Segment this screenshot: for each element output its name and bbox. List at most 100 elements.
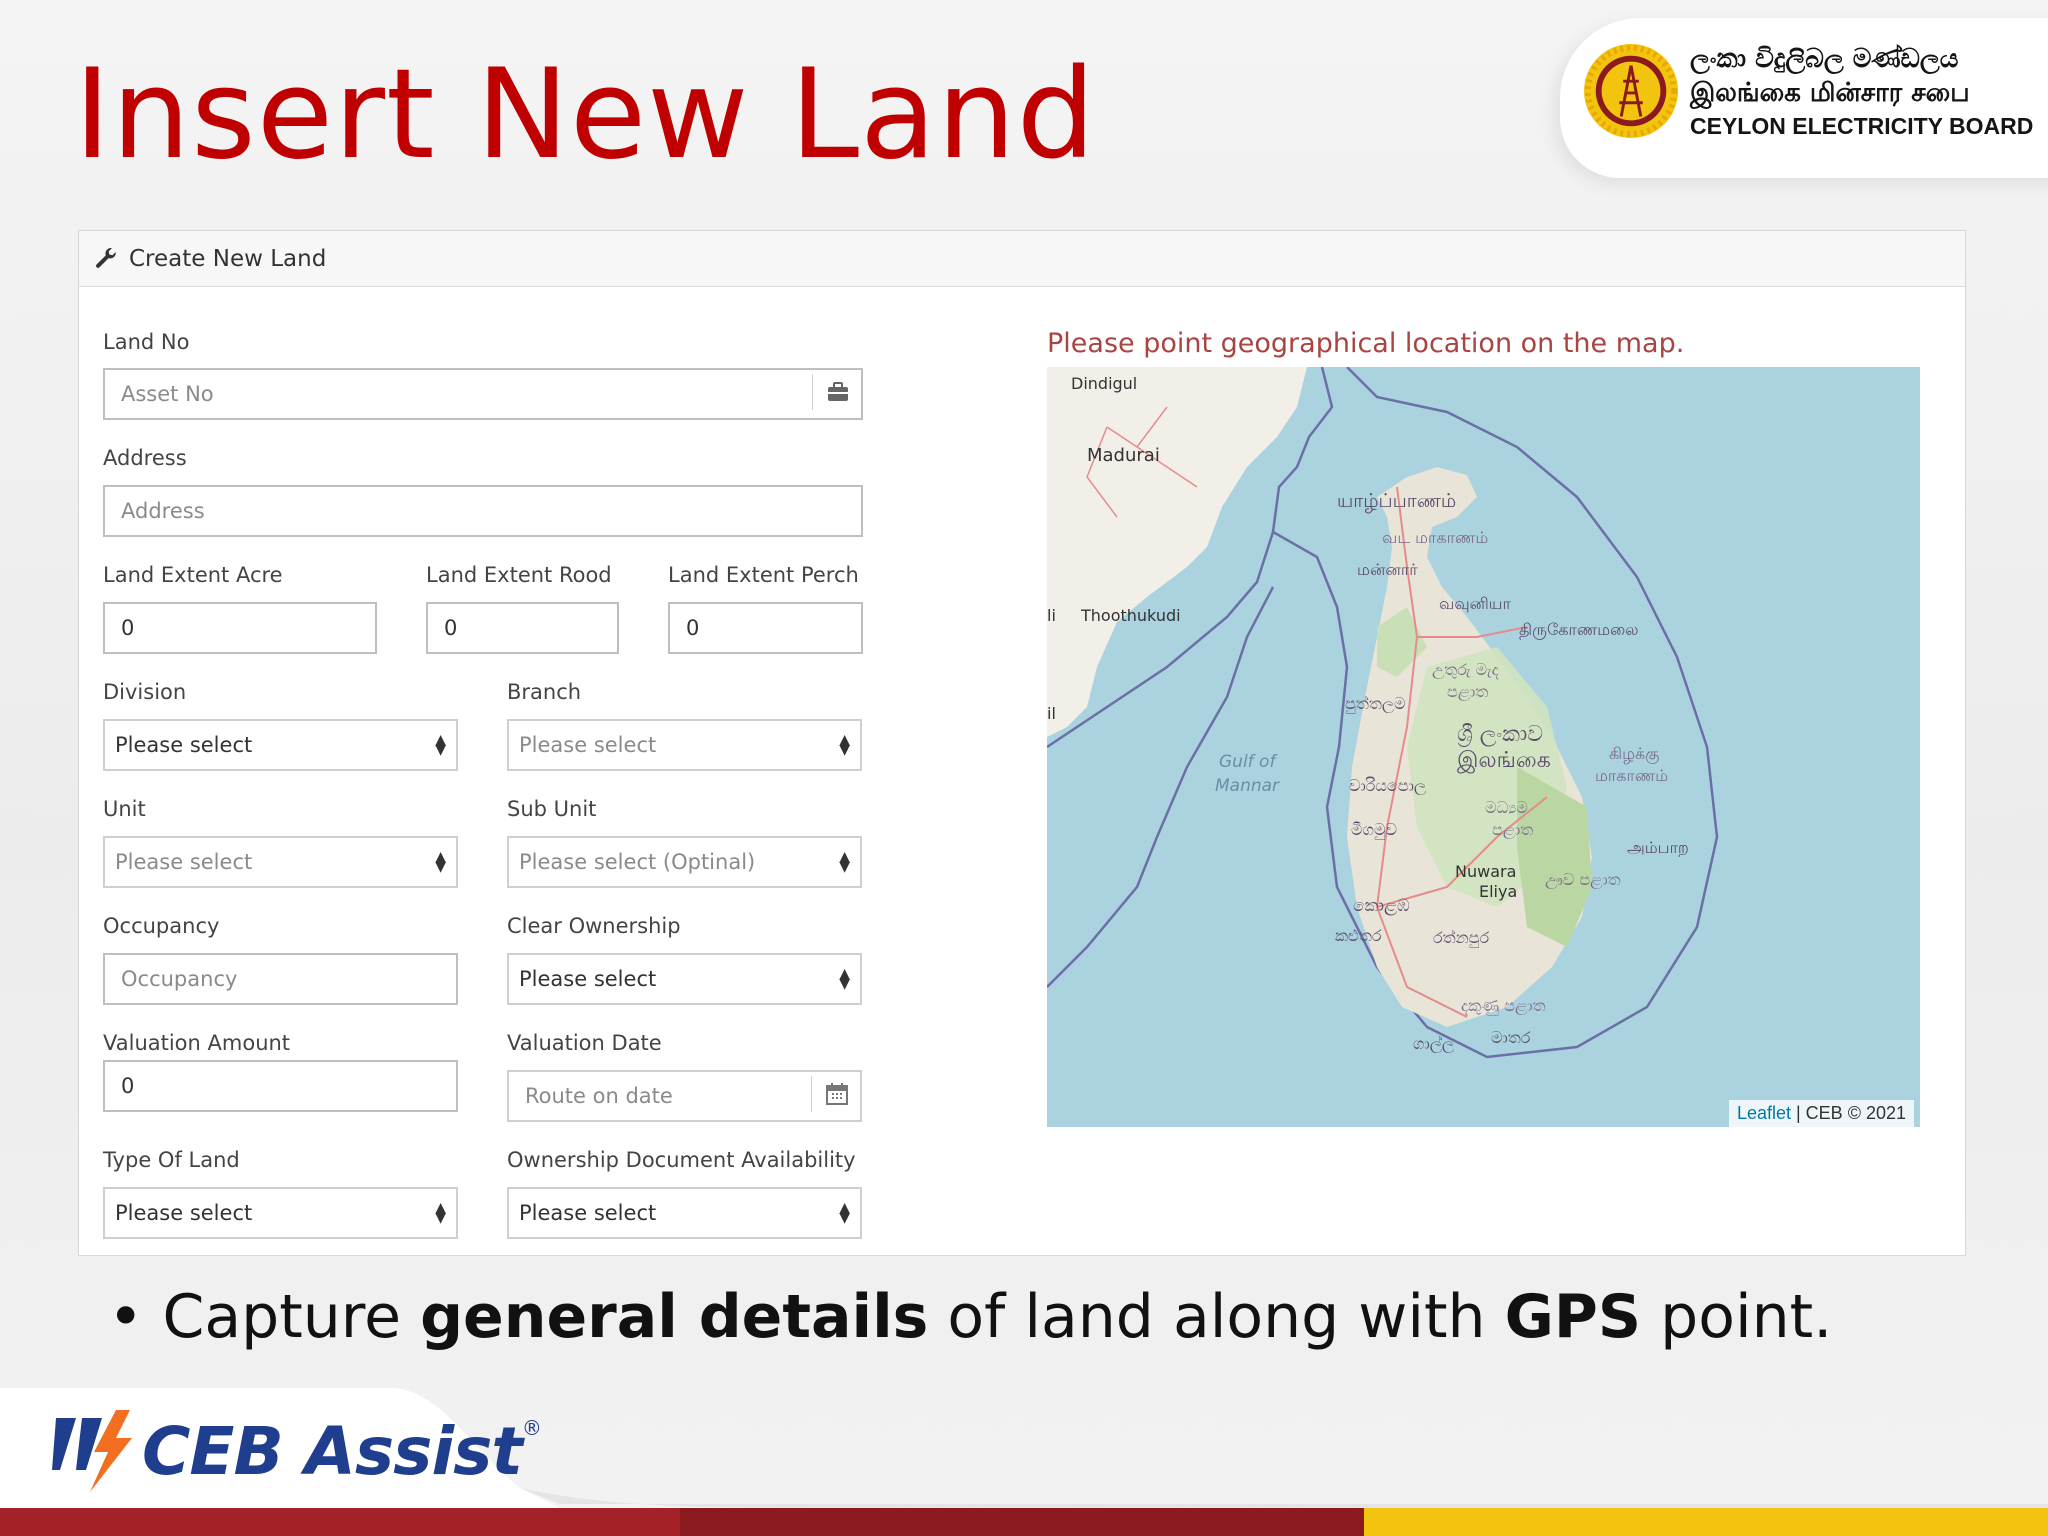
extent-perch-input[interactable] [668, 602, 863, 654]
map-label-madurai: Madurai [1087, 445, 1160, 466]
map-label-dindigul: Dindigul [1071, 374, 1137, 393]
ownership-doc-label: Ownership Document Availability [507, 1148, 856, 1172]
map-label-uva: ඌව පළාත [1545, 870, 1621, 890]
occupancy-input[interactable] [103, 953, 458, 1005]
map-label-matara: මාතර [1491, 1028, 1531, 1047]
extent-acre-label: Land Extent Acre [103, 563, 283, 587]
map-label-kalutara: කළුතර [1335, 926, 1382, 945]
sub-unit-value: Please select (Optinal) [519, 850, 756, 874]
valuation-date-label: Valuation Date [507, 1031, 662, 1055]
bullet-text-prefix: Capture [162, 1282, 421, 1352]
map-label-ampara: அம்பாற [1627, 838, 1689, 857]
occupancy-label: Occupancy [103, 914, 220, 938]
ceb-wordmark: ලංකා විදුලිබල මණ්ඩලය இலங்கை மின்சார சபை … [1690, 42, 2034, 142]
map-label-ratnapura: රත්නපුර [1433, 928, 1489, 948]
unit-value: Please select [115, 850, 253, 874]
division-select[interactable]: Please select ▲ ▼ [103, 719, 458, 771]
map-attribution: Leaflet | CEB © 2021 [1728, 1100, 1914, 1127]
leaflet-link[interactable]: Leaflet [1737, 1103, 1791, 1123]
updown-caret-icon: ▲ ▼ [435, 849, 446, 875]
map-label-ncp-line1: උතුරු මැද [1432, 660, 1499, 680]
map-label-nuwara-line2: Eliya [1479, 882, 1517, 901]
location-map[interactable]: Dindigul Madurai Thoothukudi li il Gulf … [1047, 367, 1920, 1127]
org-name-sinhala: ලංකා විදුලිබල මණ්ඩලය [1690, 44, 1959, 74]
map-label-colombo: කොළඹ [1353, 896, 1410, 916]
map-label-negombo: මීගමුව [1351, 820, 1397, 840]
branch-label: Branch [507, 680, 582, 704]
map-label-vavuniya: வவுனியா [1439, 594, 1511, 613]
map-label-nuwara-line1: Nuwara [1455, 862, 1516, 881]
extent-rood-input[interactable] [426, 602, 619, 654]
map-label-thoothukudi: Thoothukudi [1080, 606, 1181, 625]
address-label: Address [103, 446, 187, 470]
org-name-tamil: இலங்கை மின்சார சபை [1690, 78, 1970, 108]
address-input[interactable] [103, 485, 863, 537]
registered-mark: ® [521, 1416, 542, 1440]
ceb-seal-logo [1583, 43, 1679, 139]
sub-unit-select[interactable]: Please select (Optinal) ▲ ▼ [507, 836, 862, 888]
extent-rood-label: Land Extent Rood [426, 563, 612, 587]
clear-ownership-select[interactable]: Please select ▲ ▼ [507, 953, 862, 1005]
map-label-il: il [1047, 704, 1056, 723]
map-label-northern: வட மாகாணம் [1382, 528, 1488, 547]
extent-perch-label: Land Extent Perch [668, 563, 859, 587]
land-no-input[interactable] [103, 368, 863, 420]
map-label-wariyapola: වාරියපොල [1349, 776, 1426, 796]
map-label-puttalam: පුත්තලම [1345, 694, 1406, 714]
type-of-land-value: Please select [115, 1201, 253, 1225]
calendar-icon [826, 1083, 848, 1105]
map-canvas[interactable]: Dindigul Madurai Thoothukudi li il Gulf … [1047, 367, 1920, 1127]
footer-bar-darkred [680, 1508, 1364, 1536]
map-label-country-sinhala: ශ්‍රී ලංකාව [1457, 722, 1543, 747]
sub-unit-label: Sub Unit [507, 797, 597, 821]
updown-caret-icon: ▲ ▼ [435, 1200, 446, 1226]
map-label-eastern-line1: கிழக்கு [1609, 744, 1659, 764]
updown-caret-icon: ▲ ▼ [435, 732, 446, 758]
bullet-text-middle: of land along with [928, 1282, 1505, 1352]
slide-title: Insert New Land [74, 43, 1097, 187]
bullet-dot-icon: • [108, 1282, 163, 1352]
unit-label: Unit [103, 797, 146, 821]
lightning-bolt-icon [52, 1410, 132, 1492]
map-label-galle: ගාල්ල [1413, 1034, 1454, 1054]
land-no-addon[interactable] [812, 374, 863, 410]
map-label-eastern-line2: மாகாணம் [1595, 766, 1668, 785]
map-instruction: Please point geographical location on th… [1047, 328, 1685, 359]
valuation-amount-label: Valuation Amount [103, 1031, 291, 1055]
map-label-mannar: மன்னார் [1357, 560, 1418, 579]
map-label-gulf-line1: Gulf of [1219, 752, 1278, 772]
land-no-group [103, 368, 863, 420]
ceb-assist-logo: CEB Assist ® [46, 1408, 542, 1494]
briefcase-icon [828, 382, 848, 401]
panel-heading: Create New Land [79, 231, 1965, 287]
unit-select[interactable]: Please select ▲ ▼ [103, 836, 458, 888]
org-name-english: CEYLON ELECTRICITY BOARD [1690, 113, 2034, 139]
map-label-southern: දකුණු පළාත [1461, 996, 1545, 1016]
ownership-doc-value: Please select [519, 1201, 657, 1225]
wrench-icon [96, 247, 116, 268]
map-label-central-line1: මධ්‍යම [1485, 798, 1528, 817]
ownership-doc-select[interactable]: Please select ▲ ▼ [507, 1187, 862, 1239]
division-label: Division [103, 680, 187, 704]
bullet-text-suffix: point. [1641, 1282, 1833, 1352]
updown-caret-icon: ▲ ▼ [839, 732, 850, 758]
valuation-date-input[interactable] [507, 1070, 862, 1122]
updown-caret-icon: ▲ ▼ [839, 1200, 850, 1226]
valuation-date-addon[interactable] [811, 1076, 862, 1112]
updown-caret-icon: ▲ ▼ [839, 849, 850, 875]
updown-caret-icon: ▲ ▼ [839, 966, 850, 992]
extent-acre-input[interactable] [103, 602, 377, 654]
panel-heading-text: Create New Land [129, 245, 327, 272]
map-label-jaffna: யாழ்ப்பாணம் [1337, 490, 1456, 513]
valuation-date-group [507, 1070, 862, 1122]
clear-ownership-label: Clear Ownership [507, 914, 681, 938]
branch-select[interactable]: Please select ▲ ▼ [507, 719, 862, 771]
bullet-text-bold2: GPS [1504, 1282, 1642, 1352]
footer-bar-red [0, 1508, 680, 1536]
division-value: Please select [115, 733, 253, 757]
map-copyright: | CEB © 2021 [1791, 1103, 1906, 1123]
slide-bullet: • Capture general details of land along … [108, 1282, 1832, 1352]
valuation-amount-input[interactable] [103, 1060, 458, 1112]
type-of-land-select[interactable]: Please select ▲ ▼ [103, 1187, 458, 1239]
clear-ownership-value: Please select [519, 967, 657, 991]
